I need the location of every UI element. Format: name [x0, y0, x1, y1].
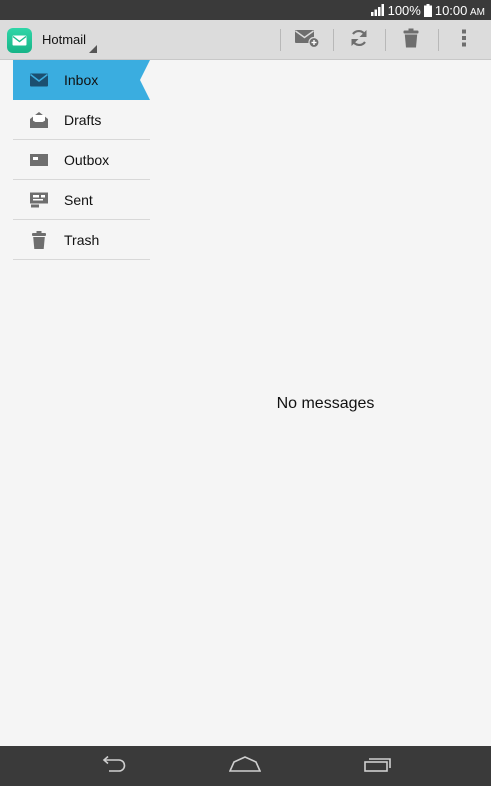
status-indicators: 100% 10:00 AM: [370, 0, 485, 20]
account-dropdown-caret-icon[interactable]: [89, 45, 97, 53]
delete-button[interactable]: [390, 20, 432, 60]
status-bar: 100% 10:00 AM: [0, 0, 491, 20]
home-button[interactable]: [215, 746, 275, 786]
back-icon: [99, 755, 127, 777]
folder-label: Trash: [64, 231, 100, 248]
signal-icon: [370, 4, 385, 16]
trash-icon: [403, 28, 419, 53]
folder-item-sent[interactable]: Sent: [13, 180, 150, 220]
folder-item-outbox[interactable]: Outbox: [13, 140, 150, 180]
battery-percent: 100%: [387, 2, 421, 18]
folder-item-trash[interactable]: Trash: [13, 220, 150, 260]
more-vert-icon: [461, 29, 467, 52]
divider: [280, 29, 281, 51]
inbox-icon: [30, 71, 48, 89]
folder-label: Inbox: [64, 71, 99, 88]
drafts-icon: [30, 111, 48, 129]
clock: 10:00 AM: [435, 3, 485, 18]
navigation-bar: [0, 746, 491, 786]
refresh-icon: [349, 28, 369, 53]
outbox-icon: [30, 151, 48, 169]
trash-icon: [30, 230, 48, 249]
email-app-icon[interactable]: [7, 28, 32, 53]
divider: [438, 29, 439, 51]
folder-item-inbox[interactable]: Inbox: [13, 60, 150, 100]
account-name[interactable]: Hotmail: [42, 32, 86, 47]
back-button[interactable]: [83, 746, 143, 786]
overflow-menu-button[interactable]: [443, 20, 485, 60]
empty-state-message: No messages: [276, 395, 375, 412]
compose-icon: [294, 28, 320, 53]
clock-ampm: AM: [470, 6, 485, 18]
battery-icon: [423, 3, 432, 17]
folder-list: Inbox Drafts Outbox Sent Trash: [13, 60, 150, 260]
compose-button[interactable]: [286, 20, 328, 60]
divider: [333, 29, 334, 51]
recent-apps-icon: [364, 756, 392, 777]
folder-label: Outbox: [64, 151, 110, 168]
recent-apps-button[interactable]: [348, 746, 408, 786]
action-bar: Hotmail: [0, 20, 491, 60]
refresh-button[interactable]: [338, 20, 380, 60]
folder-label: Drafts: [64, 111, 102, 128]
divider: [385, 29, 386, 51]
sent-icon: [30, 191, 48, 209]
folder-label: Sent: [64, 191, 93, 208]
folder-item-drafts[interactable]: Drafts: [13, 100, 150, 140]
home-icon: [228, 755, 262, 777]
clock-time: 10:00: [434, 2, 468, 18]
